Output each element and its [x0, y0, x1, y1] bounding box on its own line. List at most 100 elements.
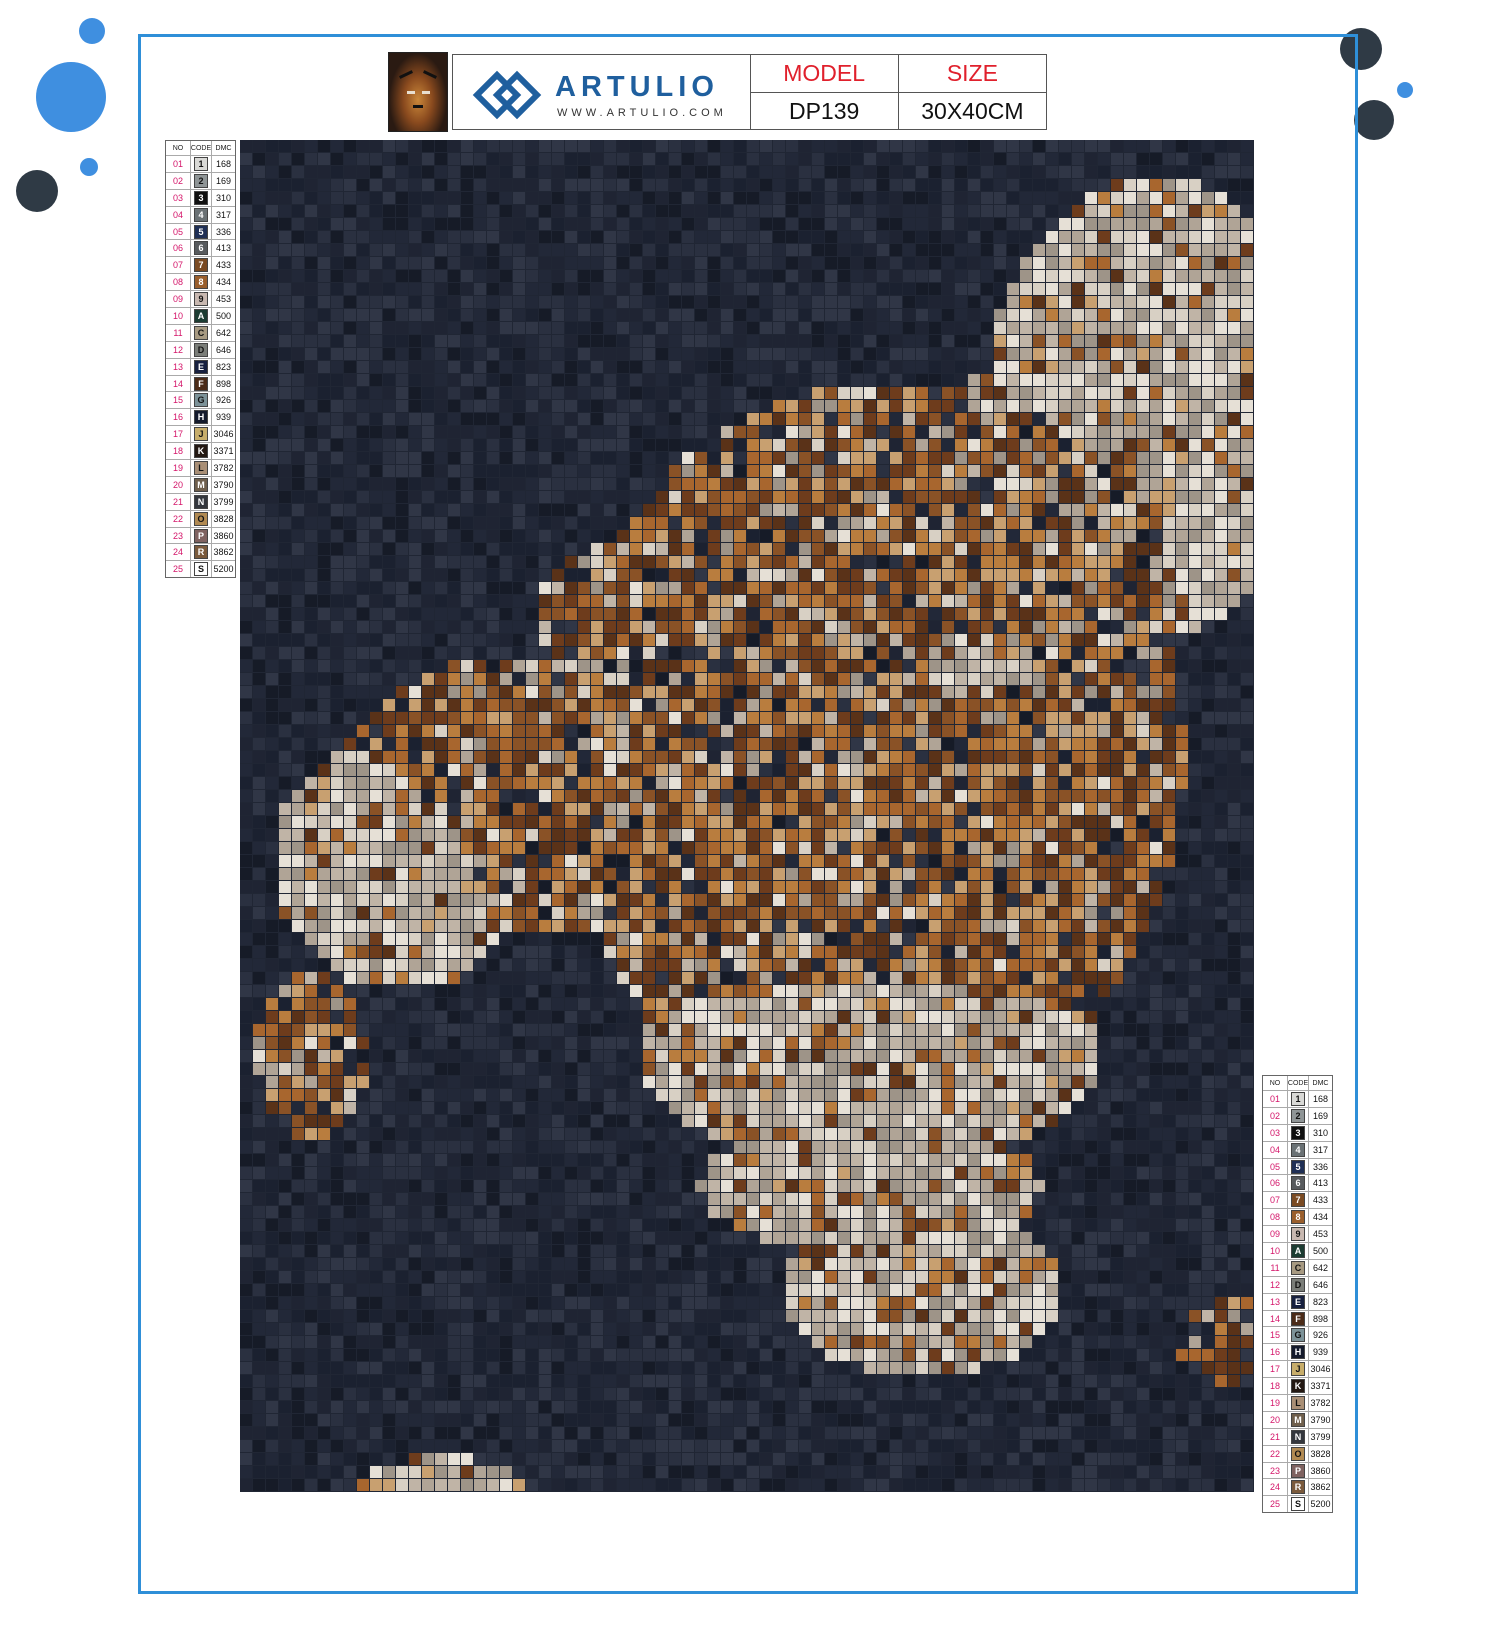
mosaic-cell [552, 218, 564, 230]
mosaic-cell [409, 842, 421, 854]
mosaic-cell [903, 231, 915, 243]
mosaic-cell [812, 244, 824, 256]
mosaic-cell [838, 569, 850, 581]
mosaic-cell [357, 530, 369, 542]
mosaic-cell [1137, 777, 1149, 789]
mosaic-cell [630, 270, 642, 282]
mosaic-cell [981, 725, 993, 737]
mosaic-cell [630, 452, 642, 464]
mosaic-cell [669, 387, 681, 399]
mosaic-cell [1215, 439, 1227, 451]
mosaic-cell [1124, 400, 1136, 412]
mosaic-cell [422, 699, 434, 711]
mosaic-cell [552, 829, 564, 841]
legend-swatch: E [194, 359, 208, 374]
mosaic-cell [864, 660, 876, 672]
mosaic-cell [357, 634, 369, 646]
mosaic-cell [1202, 244, 1214, 256]
mosaic-cell [1072, 790, 1084, 802]
mosaic-cell [539, 517, 551, 529]
mosaic-cell [825, 296, 837, 308]
mosaic-cell [968, 868, 980, 880]
mosaic-cell [331, 699, 343, 711]
mosaic-cell [838, 699, 850, 711]
mosaic-cell [357, 881, 369, 893]
mosaic-cell [669, 842, 681, 854]
mosaic-cell [1020, 855, 1032, 867]
mosaic-cell [526, 777, 538, 789]
mosaic-cell [331, 140, 343, 152]
mosaic-cell [994, 452, 1006, 464]
mosaic-cell [539, 790, 551, 802]
mosaic-cell [994, 205, 1006, 217]
mosaic-cell [1163, 608, 1175, 620]
mosaic-cell [474, 855, 486, 867]
mosaic-cell [617, 907, 629, 919]
mosaic-cell [305, 712, 317, 724]
mosaic-cell [1111, 764, 1123, 776]
mosaic-cell [1098, 426, 1110, 438]
mosaic-cell [1072, 387, 1084, 399]
mosaic-cell [279, 907, 291, 919]
mosaic-cell [890, 556, 902, 568]
mosaic-cell [1202, 868, 1214, 880]
mosaic-cell [1189, 686, 1201, 698]
mosaic-cell [266, 218, 278, 230]
mosaic-cell [825, 179, 837, 191]
mosaic-cell [708, 738, 720, 750]
mosaic-cell [604, 153, 616, 165]
mosaic-cell [513, 309, 525, 321]
mosaic-cell [565, 335, 577, 347]
mosaic-cell [1033, 868, 1045, 880]
legend-dmc: 500 [215, 310, 232, 321]
mosaic-cell [500, 621, 512, 633]
mosaic-cell [669, 426, 681, 438]
mosaic-cell [240, 634, 252, 646]
mosaic-cell [812, 166, 824, 178]
mosaic-cell [1137, 504, 1149, 516]
legend-dmc: 898 [1312, 1313, 1329, 1324]
mosaic-cell [1007, 231, 1019, 243]
mosaic-cell [1111, 478, 1123, 490]
mosaic-cell [500, 309, 512, 321]
mosaic-cell [357, 842, 369, 854]
mosaic-cell [890, 608, 902, 620]
mosaic-cell [994, 387, 1006, 399]
mosaic-cell [1033, 140, 1045, 152]
mosaic-cell [591, 842, 603, 854]
mosaic-cell [1085, 582, 1097, 594]
mosaic-cell [695, 764, 707, 776]
mosaic-cell [1020, 192, 1032, 204]
mosaic-cell [435, 894, 447, 906]
mosaic-cell [1111, 439, 1123, 451]
mosaic-cell [682, 244, 694, 256]
mosaic-cell [799, 517, 811, 529]
mosaic-cell [1241, 712, 1253, 724]
mosaic-cell [799, 400, 811, 412]
mosaic-cell [1228, 855, 1240, 867]
mosaic-cell [578, 231, 590, 243]
mosaic-cell [539, 660, 551, 672]
mosaic-cell [890, 595, 902, 607]
mosaic-cell [890, 582, 902, 594]
mosaic-cell [539, 634, 551, 646]
mosaic-cell [240, 803, 252, 815]
mosaic-cell [708, 465, 720, 477]
mosaic-cell [591, 517, 603, 529]
mosaic-cell [487, 283, 499, 295]
mosaic-cell [1033, 491, 1045, 503]
mosaic-cell [747, 751, 759, 763]
mosaic-cell [240, 244, 252, 256]
mosaic-cell [526, 322, 538, 334]
mosaic-cell [617, 595, 629, 607]
mosaic-cell [370, 621, 382, 633]
mosaic-cell [370, 296, 382, 308]
mosaic-cell [526, 348, 538, 360]
mosaic-cell [630, 803, 642, 815]
mosaic-cell [799, 205, 811, 217]
mosaic-cell [630, 504, 642, 516]
mosaic-cell [1124, 504, 1136, 516]
mosaic-cell [747, 205, 759, 217]
mosaic-cell [1124, 270, 1136, 282]
mosaic-cell [1020, 166, 1032, 178]
